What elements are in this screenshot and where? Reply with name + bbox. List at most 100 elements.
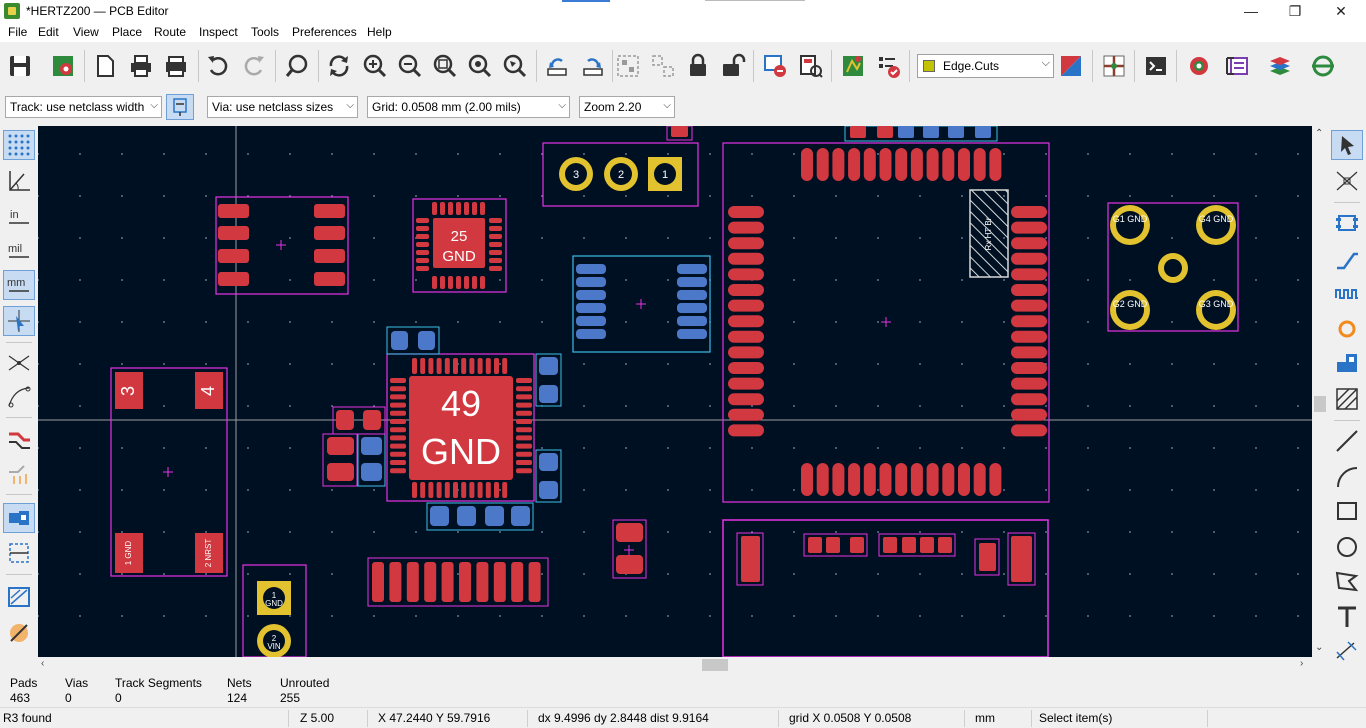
show-tracks-icon[interactable]: [3, 424, 35, 454]
connector-pad[interactable]: [459, 562, 471, 602]
qfn-pad[interactable]: [444, 482, 450, 498]
qfn-pad[interactable]: [516, 378, 532, 383]
qfn-pad[interactable]: [390, 410, 406, 416]
qfn-pad[interactable]: [420, 482, 426, 498]
qfn-pad[interactable]: [477, 358, 483, 374]
connector-pad[interactable]: [493, 562, 506, 602]
zoom-out-icon[interactable]: [395, 51, 425, 81]
menu-edit[interactable]: Edit: [38, 25, 59, 39]
draw-line-icon[interactable]: [1331, 426, 1363, 456]
page-settings-icon[interactable]: [90, 51, 120, 81]
module-pad[interactable]: [1011, 206, 1047, 218]
module-pad[interactable]: [728, 268, 764, 281]
module-pad[interactable]: [1011, 330, 1047, 343]
qfn-pad[interactable]: [502, 358, 508, 374]
qfn-pad[interactable]: [516, 394, 532, 400]
module-pad[interactable]: [1011, 377, 1047, 390]
menu-view[interactable]: View: [73, 25, 99, 39]
minimize-button[interactable]: —: [1228, 0, 1274, 22]
edit-fp-icon[interactable]: [1308, 51, 1338, 81]
module-pad[interactable]: [1011, 299, 1047, 312]
qfn-pad[interactable]: [461, 482, 467, 498]
module-pad[interactable]: [728, 424, 764, 437]
module-pad[interactable]: [728, 284, 764, 296]
horizontal-scroll-thumb[interactable]: [702, 659, 728, 671]
tune-length-icon[interactable]: [1331, 278, 1363, 308]
qfn-pad[interactable]: [453, 358, 458, 374]
scroll-down-icon[interactable]: ⌄: [1315, 642, 1323, 653]
module-pad[interactable]: [728, 206, 764, 218]
qfn-pad[interactable]: [516, 402, 532, 408]
via-display-icon[interactable]: [3, 538, 35, 568]
zoom-select[interactable]: Zoom 2.20 ⌵: [579, 96, 675, 118]
zoom-objects-icon[interactable]: [465, 51, 495, 81]
module-pad[interactable]: [728, 252, 764, 265]
module-pad[interactable]: [910, 463, 923, 496]
close-button[interactable]: ✕: [1318, 0, 1364, 22]
module-pad[interactable]: [848, 148, 861, 181]
add-footprint-icon[interactable]: [1331, 208, 1363, 238]
zoom-in-icon[interactable]: [360, 51, 390, 81]
qfn-pad[interactable]: [412, 482, 417, 498]
show-3d-icon[interactable]: [1184, 51, 1214, 81]
save-icon[interactable]: [5, 51, 35, 81]
module-pad[interactable]: [1011, 237, 1047, 250]
module-pad[interactable]: [910, 148, 923, 181]
layer-display-icon[interactable]: [1265, 51, 1295, 81]
module-pad[interactable]: [728, 362, 764, 374]
python-console-icon[interactable]: [1141, 51, 1171, 81]
menu-tools[interactable]: Tools: [251, 25, 279, 39]
module-pad[interactable]: [816, 463, 829, 496]
module-pad[interactable]: [1011, 424, 1047, 437]
vertical-scrollbar[interactable]: ⌃ ⌄: [1312, 126, 1328, 657]
draw-arc-icon[interactable]: [1331, 462, 1363, 492]
cross-probe-icon[interactable]: [1222, 51, 1252, 81]
zoom-selection-icon[interactable]: [500, 51, 530, 81]
qfn-pad[interactable]: [420, 358, 426, 374]
horizontal-scrollbar[interactable]: ‹ ›: [38, 657, 1312, 673]
menu-place[interactable]: Place: [112, 25, 142, 39]
module-pad[interactable]: [863, 148, 876, 181]
module-pad[interactable]: [958, 148, 970, 181]
menu-preferences[interactable]: Preferences: [292, 25, 357, 39]
module-pad[interactable]: [879, 148, 892, 181]
via-size-select[interactable]: Via: use netclass sizes ⌵: [207, 96, 358, 118]
scroll-up-icon[interactable]: ⌃: [1315, 128, 1323, 139]
ungroup-icon[interactable]: [648, 51, 678, 81]
menu-help[interactable]: Help: [367, 25, 392, 39]
group-icon[interactable]: [613, 51, 643, 81]
module-pad[interactable]: [895, 463, 908, 496]
cursor-shape-icon[interactable]: [3, 306, 35, 336]
qfn-pad[interactable]: [516, 451, 532, 457]
module-pad[interactable]: [1011, 284, 1047, 296]
rotate-ccw-icon[interactable]: [542, 51, 572, 81]
qfn-pad[interactable]: [390, 394, 406, 400]
qfn-pad[interactable]: [461, 358, 467, 374]
module-pad[interactable]: [989, 148, 1002, 181]
units-inch-icon[interactable]: in: [3, 202, 35, 232]
zone-fill-icon[interactable]: [3, 582, 35, 612]
qfn-pad[interactable]: [390, 386, 406, 392]
qfn-pad[interactable]: [428, 482, 434, 498]
module-pad[interactable]: [728, 315, 764, 328]
find-icon[interactable]: [282, 51, 312, 81]
module-pad[interactable]: [942, 148, 955, 181]
connector-pad[interactable]: [372, 562, 384, 602]
qfn-pad[interactable]: [428, 358, 434, 374]
zoom-fit-icon[interactable]: [430, 51, 460, 81]
module-pad[interactable]: [1011, 221, 1047, 234]
pad-display-icon[interactable]: [3, 503, 35, 533]
grid-select[interactable]: Grid: 0.0508 mm (2.00 mils) ⌵: [367, 96, 570, 118]
qfn-pad[interactable]: [436, 358, 442, 374]
qfn-pad[interactable]: [390, 402, 406, 408]
module-pad[interactable]: [1011, 408, 1047, 421]
qfn-pad[interactable]: [390, 460, 406, 465]
connector-pad[interactable]: [528, 562, 541, 602]
draw-rectangle-icon[interactable]: [1331, 496, 1363, 526]
module-pad[interactable]: [989, 463, 1002, 496]
update-pcb-icon[interactable]: [760, 51, 790, 81]
curved-ratsnest-icon[interactable]: [3, 382, 35, 412]
connector-pad[interactable]: [424, 562, 437, 602]
board-drawing[interactable]: 25 GND 3 2 1 49 GND 3 4 1 GND 2 NRST 1 G…: [38, 126, 1312, 657]
polar-coords-icon[interactable]: [3, 166, 35, 196]
